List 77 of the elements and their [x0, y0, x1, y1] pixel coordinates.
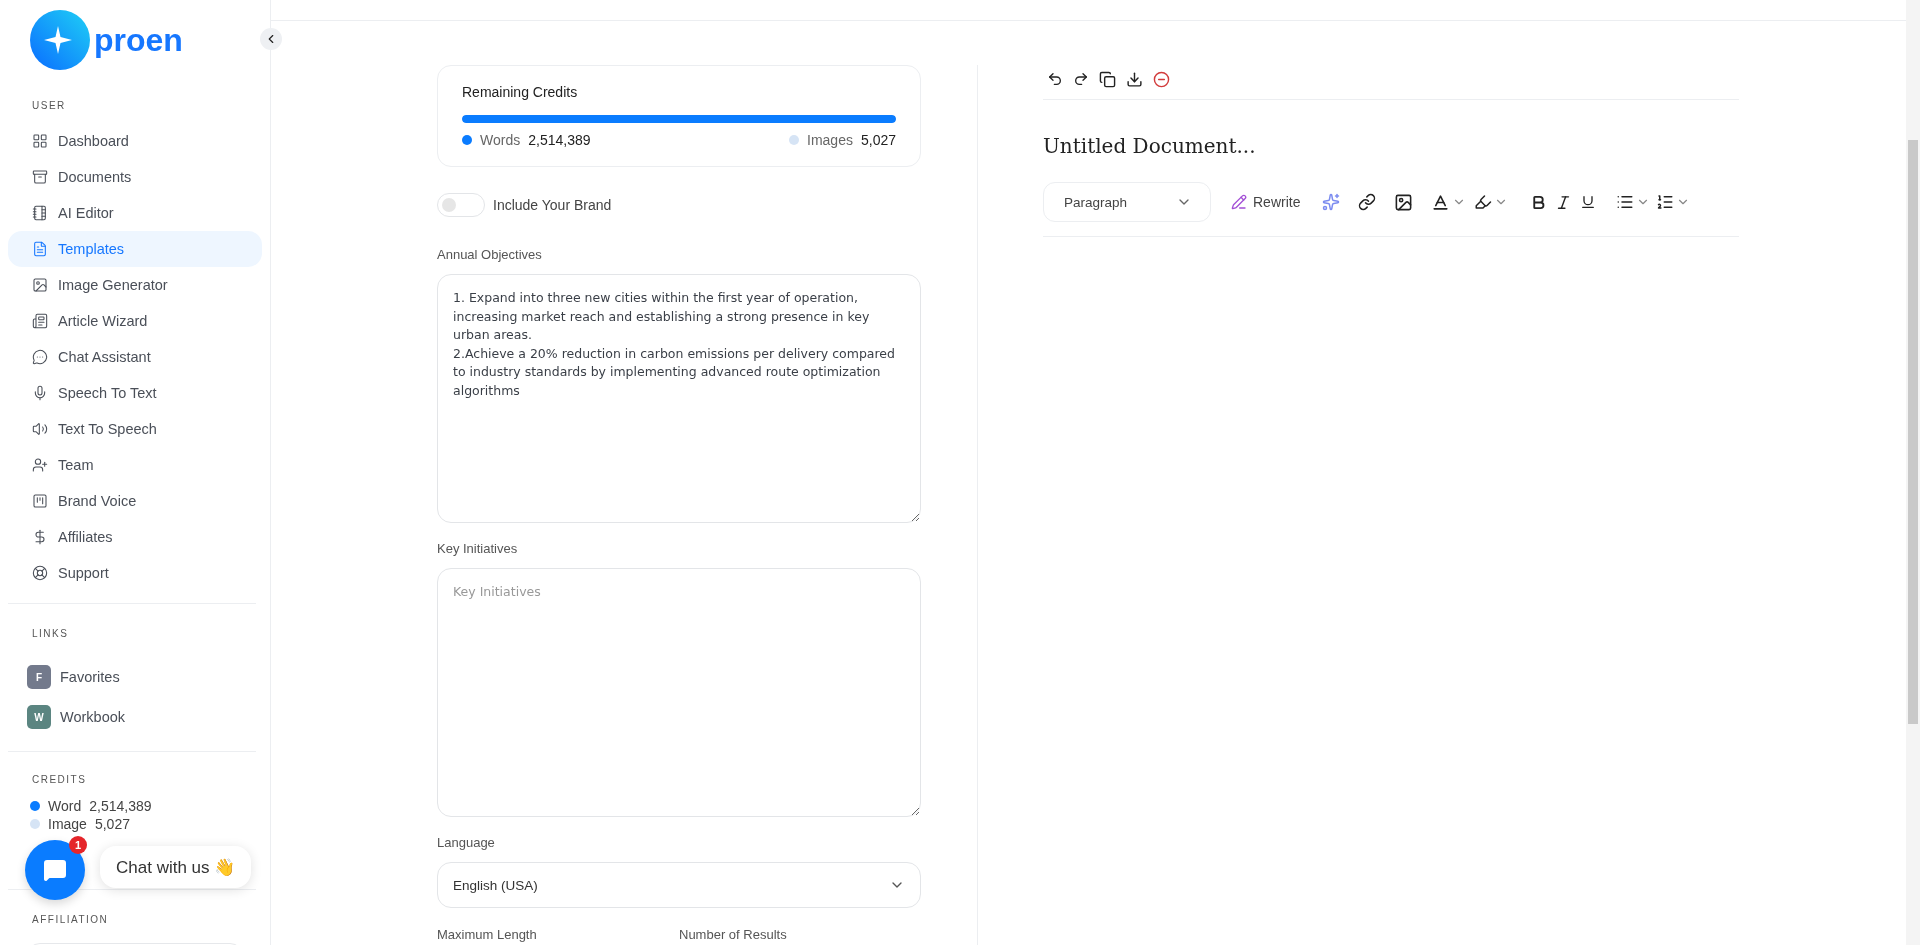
card-title: Remaining Credits — [462, 84, 579, 100]
toggle-label: Include Your Brand — [493, 197, 612, 213]
copy-icon[interactable] — [1099, 70, 1116, 88]
download-icon[interactable] — [1126, 70, 1143, 88]
notebook-icon — [32, 205, 48, 221]
text-area[interactable]: Key Initiatives — [437, 568, 921, 817]
chat-bubble-icon — [32, 349, 48, 365]
block-type-select[interactable]: Paragraph — [1043, 182, 1211, 222]
sidebar-link[interactable]: Workbook — [60, 709, 125, 725]
archive-icon — [32, 169, 48, 185]
rewrite-button[interactable]: Rewrite — [1231, 194, 1301, 210]
bullet-list-icon[interactable] — [1616, 193, 1635, 211]
sidebar-item[interactable]: Text To Speech — [8, 411, 262, 447]
field-label: Maximum Length — [437, 927, 538, 942]
text-color-icon[interactable] — [1431, 192, 1451, 212]
credit-value: 2,514,389 — [89, 798, 152, 814]
toggle-switch[interactable] — [437, 193, 485, 217]
legend-value: 2,514,389 — [528, 132, 591, 148]
microphone-icon — [32, 385, 48, 401]
image-icon — [32, 277, 48, 293]
legend-label: Images — [807, 132, 853, 148]
logo-icon — [30, 10, 90, 70]
letter-avatar: W — [27, 705, 51, 729]
credit-label: Word — [48, 798, 82, 814]
sidebar-item[interactable]: Brand Voice — [8, 483, 262, 519]
sidebar-item[interactable]: Speech To Text — [8, 375, 262, 411]
sidebar-item[interactable]: Dashboard — [8, 123, 262, 159]
brand-name: proen — [94, 21, 183, 59]
grid-icon — [32, 133, 48, 149]
sidebar-item[interactable]: Image Generator — [8, 267, 262, 303]
legend-label: Words — [480, 132, 521, 148]
sidebar-item[interactable]: Templates — [8, 231, 262, 267]
sidebar-item[interactable]: Documents — [8, 159, 262, 195]
credit-value: 5,027 — [94, 816, 130, 832]
credit-label: Image — [48, 816, 87, 832]
field-label: Number of Results — [679, 927, 788, 942]
field-label: Key Initiatives — [437, 541, 519, 556]
undo-icon[interactable] — [1047, 71, 1063, 87]
letter-avatar: F — [27, 665, 51, 689]
document-icon — [32, 241, 48, 257]
chat-button[interactable] — [25, 840, 85, 900]
chat-bubble[interactable]: Chat with us 👋 — [100, 846, 252, 888]
sidebar-item[interactable]: AI Editor — [8, 195, 262, 231]
image-icon[interactable] — [1394, 192, 1414, 212]
chat-icon — [43, 858, 67, 882]
section-title: CREDITS — [31, 774, 88, 785]
select-field[interactable]: English (USA) — [437, 862, 921, 908]
sidebar-item[interactable]: Chat Assistant — [8, 339, 262, 375]
newspaper-icon — [32, 313, 48, 329]
sidebar-item[interactable]: Article Wizard — [8, 303, 262, 339]
sidebar-link[interactable]: Favorites — [60, 669, 120, 685]
notification-badge: 1 — [69, 836, 87, 854]
user-plus-icon — [32, 457, 48, 473]
section-title: AFFILIATION — [31, 914, 110, 925]
numbered-list-icon[interactable] — [1656, 193, 1675, 211]
link-icon[interactable] — [1358, 193, 1377, 211]
sidebar-item[interactable]: Team — [8, 447, 262, 483]
underline-icon[interactable] — [1580, 194, 1597, 210]
speaker-icon — [32, 421, 48, 437]
board-icon — [32, 493, 48, 509]
legend-value: 5,027 — [860, 132, 896, 148]
text-area[interactable]: 1. Expand into three new cities within the first year of operation, increasing market reach and establishing a strong presence in key urban areas. 2.Achieve a 20% reduction in carbon emissions per delivery compared to industry standards by implementing advanced route optimization algorithms — [437, 274, 921, 523]
highlighter-icon[interactable] — [1474, 193, 1493, 211]
sparkles-icon[interactable] — [1322, 193, 1341, 211]
sidebar-item[interactable]: Support — [8, 555, 262, 591]
field-label: Language — [437, 835, 496, 850]
pencil-icon — [1231, 194, 1247, 210]
section-title: USER — [31, 100, 67, 111]
document-title[interactable]: Untitled Document... — [1043, 134, 1739, 158]
field-label: Annual Objectives — [437, 247, 543, 262]
redo-icon[interactable] — [1073, 71, 1089, 87]
section-title: LINKS — [31, 628, 70, 639]
collapse-button[interactable] — [260, 28, 282, 50]
sidebar-item[interactable]: Affiliates — [8, 519, 262, 555]
dollar-icon — [32, 529, 48, 545]
lifebuoy-icon — [32, 565, 48, 581]
minus-circle-icon[interactable] — [1153, 70, 1170, 88]
